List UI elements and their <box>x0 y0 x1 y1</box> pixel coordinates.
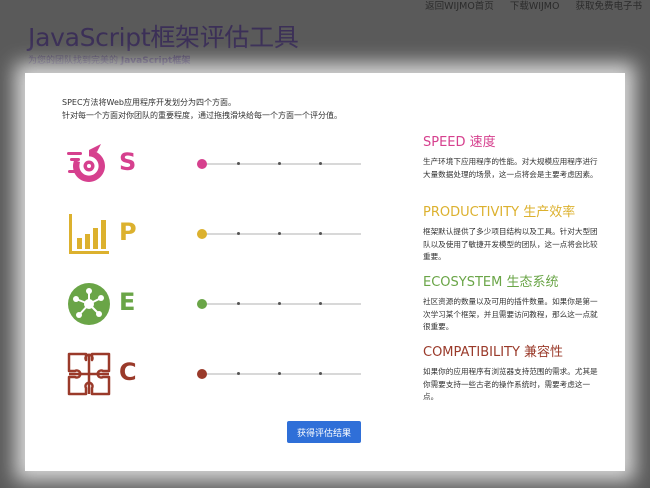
criterion-letter: S <box>119 148 137 176</box>
criterion-letter: P <box>119 218 137 246</box>
network-icon <box>68 283 110 325</box>
subtitle-prefix: 为您的团队找到完美的 <box>28 56 121 66</box>
slider-tick <box>278 372 281 375</box>
description-title: COMPATIBILITY 兼容性 <box>423 345 564 360</box>
description-title: PRODUCTIVITY 生产效率 <box>423 205 576 220</box>
get-results-button[interactable]: 获得评估结果 <box>287 421 361 443</box>
page-title: JavaScript框架评估工具 <box>28 23 299 52</box>
description-text: 社区资源的数量以及可用的插件数量。如果你是第一次学习某个框架，并且需要访问教程，… <box>423 297 598 331</box>
nav-link-ebook[interactable]: 获取免费电子书 <box>567 0 650 16</box>
evaluation-panel: SPEC方法将Web应用程序开发划分为四个方面。 针对每一个方面对你团队的重要程… <box>25 73 625 471</box>
criterion-letter: E <box>119 288 136 316</box>
slider-tick <box>237 372 240 375</box>
slider-compatibility[interactable] <box>197 368 361 380</box>
slider-tick <box>237 232 240 235</box>
page-subtitle: 为您的团队找到完美的 JavaScript框架 <box>28 53 190 66</box>
description-ecosystem: ECOSYSTEM 生态系统 社区资源的数量以及可用的插件数量。如果你是第一次学… <box>423 271 598 334</box>
slider-tick <box>319 372 322 375</box>
criterion-speed: S <box>67 142 187 190</box>
intro-line-2: 针对每一个方面对你团队的重要程度，通过拖拽滑块给每一个方面一个评分值。 <box>62 111 342 120</box>
slider-handle[interactable] <box>197 299 207 309</box>
description-text: 生产环境下应用程序的性能。对大规模应用程序进行大量数据处理的场景，这一点将会是主… <box>423 157 598 179</box>
slider-tick <box>319 232 322 235</box>
nav-link-home[interactable]: 返回WIJMO首页 <box>417 0 502 16</box>
description-compatibility: COMPATIBILITY 兼容性 如果你的应用程序有浏览器支持范围的需求。尤其… <box>423 341 598 404</box>
criterion-compatibility: C <box>67 352 187 400</box>
description-title: SPEED 速度 <box>423 135 496 150</box>
criterion-letter: C <box>119 358 137 386</box>
intro-text: SPEC方法将Web应用程序开发划分为四个方面。 针对每一个方面对你团队的重要程… <box>62 96 342 122</box>
slider-tick <box>319 302 322 305</box>
slider-tick <box>278 302 281 305</box>
description-title: ECOSYSTEM 生态系统 <box>423 275 559 290</box>
slider-handle[interactable] <box>197 369 207 379</box>
slider-productivity[interactable] <box>197 228 361 240</box>
slider-speed[interactable] <box>197 158 361 170</box>
nav-link-download[interactable]: 下载WIJMO <box>502 0 568 16</box>
puzzle-icon <box>67 352 111 396</box>
slider-tick <box>319 162 322 165</box>
slider-tick <box>237 302 240 305</box>
speed-icon <box>67 144 105 182</box>
slider-handle[interactable] <box>197 229 207 239</box>
criterion-ecosystem: E <box>67 282 187 330</box>
bar-chart-icon <box>69 214 109 254</box>
top-nav: 返回WIJMO首页 下载WIJMO 获取免费电子书 <box>417 0 650 16</box>
description-speed: SPEED 速度 生产环境下应用程序的性能。对大规模应用程序进行大量数据处理的场… <box>423 131 598 181</box>
description-text: 如果你的应用程序有浏览器支持范围的需求。尤其是你需要支持一些古老的操作系统时，需… <box>423 367 598 401</box>
subtitle-bold: JavaScript框架 <box>120 56 191 66</box>
slider-tick <box>237 162 240 165</box>
description-productivity: PRODUCTIVITY 生产效率 框架默认提供了多少项目结构以及工具。针对大型… <box>423 201 598 264</box>
slider-handle[interactable] <box>197 159 207 169</box>
slider-tick <box>278 232 281 235</box>
slider-ecosystem[interactable] <box>197 298 361 310</box>
intro-line-1: SPEC方法将Web应用程序开发划分为四个方面。 <box>62 98 236 107</box>
criterion-productivity: P <box>67 212 187 260</box>
slider-tick <box>278 162 281 165</box>
description-text: 框架默认提供了多少项目结构以及工具。针对大型团队以及使用了敏捷开发模型的团队，这… <box>423 227 598 261</box>
